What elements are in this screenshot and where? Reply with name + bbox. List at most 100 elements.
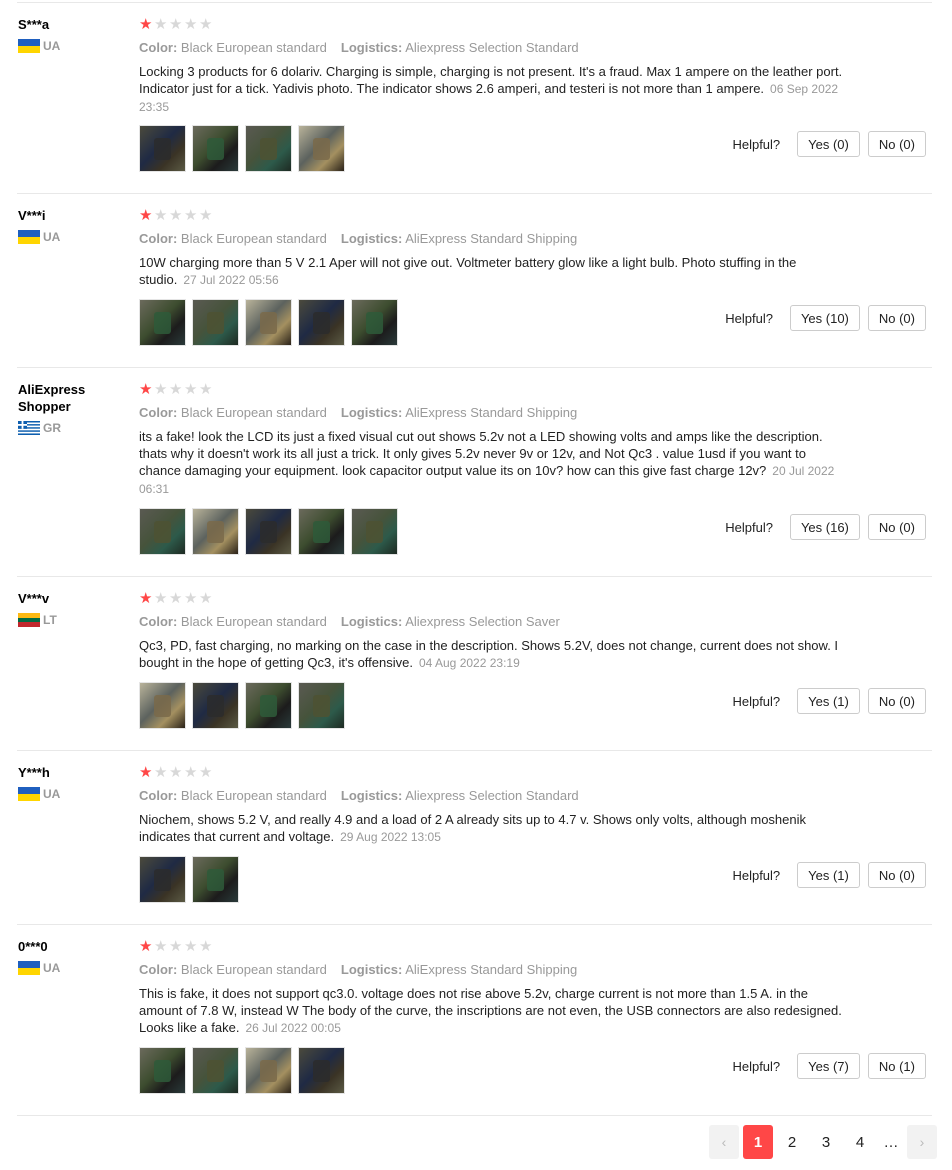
charger-icon bbox=[313, 521, 330, 543]
review-text: Niochem, shows 5.2 V, and really 4.9 and… bbox=[139, 811, 844, 846]
helpful-no-button[interactable]: No (0) bbox=[867, 688, 926, 714]
prev-page-button[interactable]: ‹ bbox=[709, 1125, 739, 1159]
review-photo-thumbnail[interactable] bbox=[298, 299, 345, 346]
helpful-label: Helpful? bbox=[732, 693, 781, 709]
review-photo-thumbnail[interactable] bbox=[192, 1047, 239, 1094]
review-photo-thumbnail[interactable] bbox=[192, 508, 239, 555]
helpful-yes-button[interactable]: Yes (10) bbox=[789, 305, 860, 331]
review-card: V***i UA ★ ★ ★ ★ ★ Color: Black European standa… bbox=[17, 194, 932, 368]
review-photo-thumbnail[interactable] bbox=[298, 508, 345, 555]
review-photo-thumbnail[interactable] bbox=[298, 1047, 345, 1094]
star-icon: ★ bbox=[184, 207, 198, 224]
logistics-label: Logistics: bbox=[340, 788, 403, 803]
review-body: ★ ★ ★ ★ ★ Color: Black European standard Logis… bbox=[139, 3, 932, 193]
color-label: Color: bbox=[139, 962, 178, 977]
reviewer-name: S***a bbox=[18, 17, 50, 32]
reviewer-name: Y***h bbox=[18, 765, 50, 780]
star-rating: ★ ★ ★ ★ ★ bbox=[139, 939, 214, 954]
review-list: S***a UA ★ ★ ★ ★ ★ Color: Black European standa… bbox=[0, 3, 952, 1116]
helpful-no-button[interactable]: No (1) bbox=[867, 1053, 926, 1079]
star-icon: ★ bbox=[139, 938, 153, 955]
ukraine-flag-icon bbox=[18, 230, 40, 244]
charger-icon bbox=[260, 138, 277, 160]
review-photo-thumbnail[interactable] bbox=[351, 508, 398, 555]
star-icon: ★ bbox=[154, 207, 168, 224]
review-photo-thumbnail[interactable] bbox=[351, 299, 398, 346]
review-photo-thumbnail[interactable] bbox=[245, 299, 292, 346]
helpful-yes-button[interactable]: Yes (7) bbox=[797, 1053, 860, 1079]
review-photo-thumbnail[interactable] bbox=[245, 1047, 292, 1094]
review-text: This is fake, it does not support qc3.0.… bbox=[139, 985, 844, 1037]
helpful-label: Helpful? bbox=[732, 867, 781, 883]
review-photo-thumbnail[interactable] bbox=[139, 682, 186, 729]
charger-icon bbox=[154, 138, 171, 160]
review-photo-thumbnail[interactable] bbox=[192, 682, 239, 729]
sku-info: Color: Black European standard Logistics:… bbox=[139, 231, 577, 246]
helpful-yes-button[interactable]: Yes (0) bbox=[797, 131, 860, 157]
helpful-voting: Helpful? Yes (16) No (0) bbox=[725, 514, 926, 540]
review-text: Locking 3 products for 6 dolariv. Chargi… bbox=[139, 63, 844, 116]
page-2-button[interactable]: 2 bbox=[777, 1125, 807, 1159]
greece-flag-icon bbox=[18, 421, 40, 435]
review-photo-thumbnail[interactable] bbox=[192, 856, 239, 903]
pagination: ‹ 1 2 3 4 … › bbox=[709, 1125, 941, 1159]
review-photo-thumbnail[interactable] bbox=[139, 1047, 186, 1094]
helpful-no-button[interactable]: No (0) bbox=[867, 131, 926, 157]
review-photo-thumbnail[interactable] bbox=[245, 682, 292, 729]
review-card: V***v LT ★ ★ ★ ★ ★ Color: Black European standa… bbox=[17, 577, 932, 751]
review-photos bbox=[139, 682, 351, 729]
page-1-button[interactable]: 1 bbox=[743, 1125, 773, 1159]
review-photo-thumbnail[interactable] bbox=[139, 856, 186, 903]
review-photo-thumbnail[interactable] bbox=[139, 299, 186, 346]
reviewer-country: UA bbox=[18, 787, 128, 801]
review-photos bbox=[139, 125, 351, 172]
ukraine-flag-icon bbox=[18, 961, 40, 975]
review-content: Niochem, shows 5.2 V, and really 4.9 and… bbox=[139, 812, 807, 844]
star-icon: ★ bbox=[154, 590, 168, 607]
review-content: its a fake! look the LCD its just a fixe… bbox=[139, 429, 823, 478]
charger-icon bbox=[207, 138, 224, 160]
review-date: 29 Aug 2022 13:05 bbox=[340, 830, 441, 844]
next-page-button[interactable]: › bbox=[907, 1125, 937, 1159]
star-icon: ★ bbox=[169, 16, 183, 33]
helpful-label: Helpful? bbox=[732, 1058, 781, 1074]
reviewer-name: AliExpress Shopper bbox=[18, 382, 86, 414]
helpful-yes-button[interactable]: Yes (1) bbox=[797, 862, 860, 888]
review-photo-thumbnail[interactable] bbox=[139, 125, 186, 172]
helpful-no-button[interactable]: No (0) bbox=[867, 514, 926, 540]
color-value: Black European standard bbox=[180, 614, 327, 629]
logistics-label: Logistics: bbox=[340, 231, 403, 246]
logistics-label: Logistics: bbox=[340, 40, 403, 55]
reviewer-name: V***v bbox=[18, 591, 50, 606]
helpful-yes-button[interactable]: Yes (1) bbox=[797, 688, 860, 714]
review-photo-thumbnail[interactable] bbox=[192, 125, 239, 172]
review-photo-thumbnail[interactable] bbox=[192, 299, 239, 346]
review-photo-thumbnail[interactable] bbox=[298, 125, 345, 172]
review-photo-thumbnail[interactable] bbox=[245, 508, 292, 555]
page-3-button[interactable]: 3 bbox=[811, 1125, 841, 1159]
review-date: 27 Jul 2022 05:56 bbox=[183, 273, 279, 287]
color-label: Color: bbox=[139, 614, 178, 629]
helpful-no-button[interactable]: No (0) bbox=[867, 305, 926, 331]
helpful-voting: Helpful? Yes (1) No (0) bbox=[732, 862, 926, 888]
helpful-no-button[interactable]: No (0) bbox=[867, 862, 926, 888]
review-photo-thumbnail[interactable] bbox=[298, 682, 345, 729]
charger-icon bbox=[207, 1060, 224, 1082]
charger-icon bbox=[207, 695, 224, 717]
review-card: Y***h UA ★ ★ ★ ★ ★ Color: Black European standa… bbox=[17, 751, 932, 925]
country-code: UA bbox=[43, 961, 61, 975]
logistics-value: AliExpress Standard Shipping bbox=[405, 405, 578, 420]
country-code: GR bbox=[43, 421, 61, 435]
logistics-value: Aliexpress Selection Standard bbox=[405, 788, 579, 803]
star-icon: ★ bbox=[199, 590, 213, 607]
review-photo-thumbnail[interactable] bbox=[139, 508, 186, 555]
page-4-button[interactable]: 4 bbox=[845, 1125, 875, 1159]
star-rating: ★ ★ ★ ★ ★ bbox=[139, 765, 214, 780]
logistics-value: AliExpress Standard Shipping bbox=[405, 962, 578, 977]
sku-info: Color: Black European standard Logistics:… bbox=[139, 405, 577, 420]
helpful-yes-button[interactable]: Yes (16) bbox=[789, 514, 860, 540]
review-photo-thumbnail[interactable] bbox=[245, 125, 292, 172]
reviewer-info: S***a UA bbox=[18, 16, 128, 53]
review-body: ★ ★ ★ ★ ★ Color: Black European standard Logis… bbox=[139, 751, 932, 924]
star-rating: ★ ★ ★ ★ ★ bbox=[139, 591, 214, 606]
